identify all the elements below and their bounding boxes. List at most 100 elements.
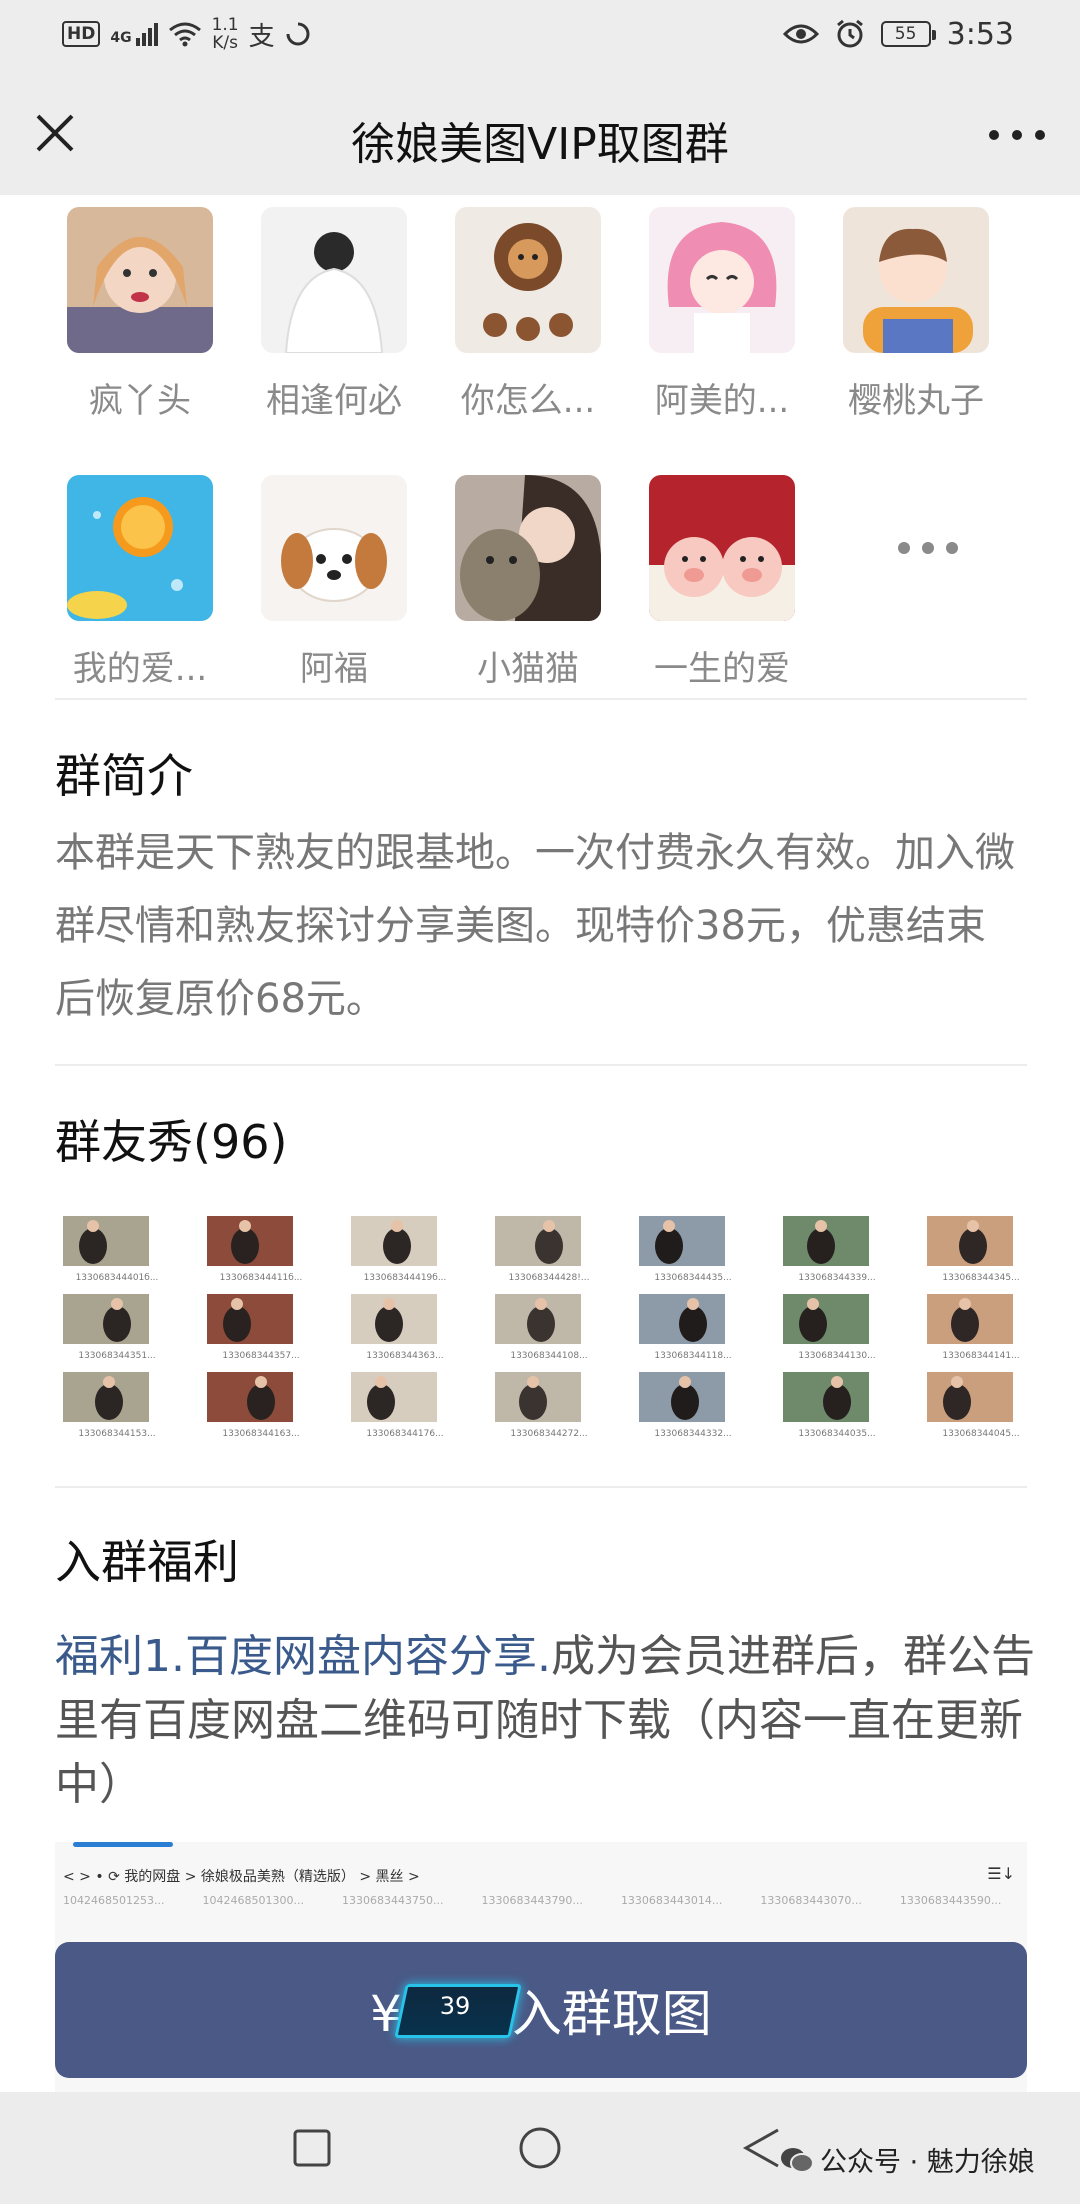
member-name: 樱桃丸子 bbox=[848, 381, 984, 421]
netdisk-file: 1330683443790... bbox=[481, 1894, 583, 1907]
photo-thumbnail[interactable]: 133068344357... bbox=[207, 1294, 315, 1361]
photo-caption: 133068344435... bbox=[654, 1273, 732, 1283]
benefits-title: 入群福利 bbox=[55, 1535, 239, 1589]
hd-indicator: HD bbox=[62, 21, 101, 47]
intro-title: 群简介 bbox=[55, 749, 193, 803]
photo-caption: 133068344035... bbox=[798, 1429, 876, 1439]
photo-caption: 133068344176... bbox=[366, 1429, 444, 1439]
photo-thumbnail[interactable]: 133068344130... bbox=[783, 1294, 891, 1361]
photo-thumbnail[interactable]: 133068344351... bbox=[63, 1294, 171, 1361]
photo-thumbnail[interactable]: 133068344272... bbox=[495, 1372, 603, 1439]
photo-caption: 133068344141... bbox=[942, 1351, 1020, 1361]
member-name: 我的爱... bbox=[72, 649, 208, 689]
member-item[interactable]: 小猫猫 bbox=[443, 475, 613, 690]
photo-image bbox=[351, 1216, 437, 1266]
photo-thumbnail[interactable]: 133068344363... bbox=[351, 1294, 459, 1361]
photo-caption: 133068344163... bbox=[222, 1429, 300, 1439]
member-item[interactable]: 疯丫头 bbox=[55, 207, 225, 422]
photo-caption: 133068344401б... bbox=[75, 1273, 159, 1283]
netdisk-file: 1330683443590... bbox=[899, 1894, 1002, 1907]
photo-thumbnail[interactable]: 133068344141... bbox=[927, 1294, 1035, 1361]
home-icon[interactable] bbox=[518, 2126, 562, 2170]
join-group-button[interactable]: ¥ 入群取图 39 bbox=[55, 1942, 1027, 2078]
photo-caption: 133068344363... bbox=[366, 1351, 444, 1361]
photo-image bbox=[207, 1372, 293, 1422]
photo-thumbnail[interactable]: 133068344118... bbox=[639, 1294, 747, 1361]
member-name: 阿美的... bbox=[654, 381, 790, 421]
netdisk-file-list: 1042468501253... 1042468501300... 13306834… bbox=[63, 1894, 1001, 1907]
member-name: 小猫猫 bbox=[477, 649, 579, 689]
photo-image bbox=[207, 1216, 293, 1266]
photo-caption: 133068344357... bbox=[222, 1351, 300, 1361]
photo-thumbnail[interactable]: 133068344108... bbox=[495, 1294, 603, 1361]
recent-apps-icon[interactable] bbox=[292, 2128, 332, 2168]
photo-thumbnail[interactable]: 133068344401б... bbox=[63, 1216, 171, 1283]
photo-caption: 133068344108... bbox=[510, 1351, 588, 1361]
more-options-icon[interactable] bbox=[984, 120, 1050, 150]
divider bbox=[55, 698, 1027, 700]
photo-thumbnail[interactable]: 133068344163... bbox=[207, 1372, 315, 1439]
photo-thumbnail[interactable]: 133068344435... bbox=[639, 1216, 747, 1283]
eye-icon bbox=[782, 24, 819, 44]
photo-caption: 133068344272... bbox=[510, 1429, 588, 1439]
sync-icon bbox=[286, 22, 310, 46]
member-item[interactable]: 你怎么... bbox=[443, 207, 613, 422]
avatar bbox=[67, 475, 213, 621]
avatar bbox=[455, 207, 601, 353]
netdisk-file: 1330683443014... bbox=[620, 1894, 723, 1907]
photo-thumbnail[interactable]: 133068344045... bbox=[927, 1372, 1035, 1439]
benefit-highlight: 福利1.百度网盘内容分享. bbox=[55, 1631, 551, 1682]
page-title: 徐娘美图VIP取图群 bbox=[351, 119, 729, 170]
photo-caption: 133068344345... bbox=[942, 1273, 1020, 1283]
photo-caption: 133068344153... bbox=[78, 1429, 156, 1439]
signal-icon: 4G bbox=[110, 22, 158, 46]
photo-thumbnail[interactable]: 133068344339... bbox=[783, 1216, 891, 1283]
photo-thumbnail[interactable]: 133068344176... bbox=[351, 1372, 459, 1439]
member-name: 你怎么... bbox=[460, 381, 596, 421]
photo-image bbox=[927, 1216, 1013, 1266]
wifi-icon bbox=[168, 22, 201, 47]
photo-caption: 133068344045... bbox=[942, 1429, 1020, 1439]
member-item[interactable]: 阿美的... bbox=[637, 207, 807, 422]
photo-image bbox=[495, 1216, 581, 1266]
member-item[interactable]: 一生的爱 bbox=[637, 475, 807, 690]
member-name: 相逢何必 bbox=[266, 381, 402, 421]
photo-image bbox=[639, 1294, 725, 1344]
photo-thumbnail[interactable]: 133068344419б... bbox=[351, 1216, 459, 1283]
avatar bbox=[261, 475, 407, 621]
member-item[interactable]: 相逢何必 bbox=[249, 207, 419, 422]
photo-image bbox=[639, 1216, 725, 1266]
netdisk-file: 1330683443750... bbox=[341, 1894, 444, 1907]
member-item[interactable]: 樱桃丸子 bbox=[831, 207, 1001, 422]
photo-thumbnail[interactable]: 133068344332... bbox=[639, 1372, 747, 1439]
photo-thumbnail[interactable]: 133068344035... bbox=[783, 1372, 891, 1439]
photo-caption: 133068344339... bbox=[798, 1273, 876, 1283]
photo-image bbox=[927, 1294, 1013, 1344]
more-members-button[interactable] bbox=[855, 475, 1001, 621]
photo-image bbox=[495, 1294, 581, 1344]
photo-image bbox=[351, 1294, 437, 1344]
intro-text: 本群是天下熟友的跟基地。一次付费永久有效。加入微群尽情和熟友探讨分享美图。现特价… bbox=[55, 830, 1015, 1022]
photo-thumbnail[interactable]: 133068344411б... bbox=[207, 1216, 315, 1283]
member-item[interactable]: 阿福 bbox=[249, 475, 419, 690]
clock: 3:53 bbox=[946, 16, 1014, 52]
photo-image bbox=[783, 1294, 869, 1344]
netdisk-file: 1330683443070... bbox=[760, 1894, 862, 1907]
photo-image bbox=[639, 1372, 725, 1422]
avatar bbox=[843, 207, 989, 353]
photo-thumbnail[interactable]: 133068344345... bbox=[927, 1216, 1035, 1283]
photo-thumbnail[interactable]: 133068344153... bbox=[63, 1372, 171, 1439]
photo-thumbnail[interactable]: 133068344428!... bbox=[495, 1216, 603, 1283]
price-value: 39 bbox=[439, 1992, 471, 2020]
photo-image bbox=[783, 1372, 869, 1422]
member-item[interactable]: 我的爱... bbox=[55, 475, 225, 690]
alipay-icon: 支 bbox=[248, 21, 275, 52]
divider bbox=[55, 1064, 1027, 1066]
avatar bbox=[649, 207, 795, 353]
back-icon[interactable] bbox=[742, 2126, 782, 2170]
title-bar: 徐娘美图VIP取图群 bbox=[0, 70, 1080, 195]
battery-icon: 55 bbox=[880, 21, 936, 47]
wechat-icon bbox=[781, 2147, 814, 2173]
netdisk-breadcrumb: < > • ⟳ 我的网盘 > 徐娘极品美熟（精选版） > 黑丝 > bbox=[63, 1869, 420, 1885]
photo-caption: 133068344411б... bbox=[219, 1273, 303, 1283]
